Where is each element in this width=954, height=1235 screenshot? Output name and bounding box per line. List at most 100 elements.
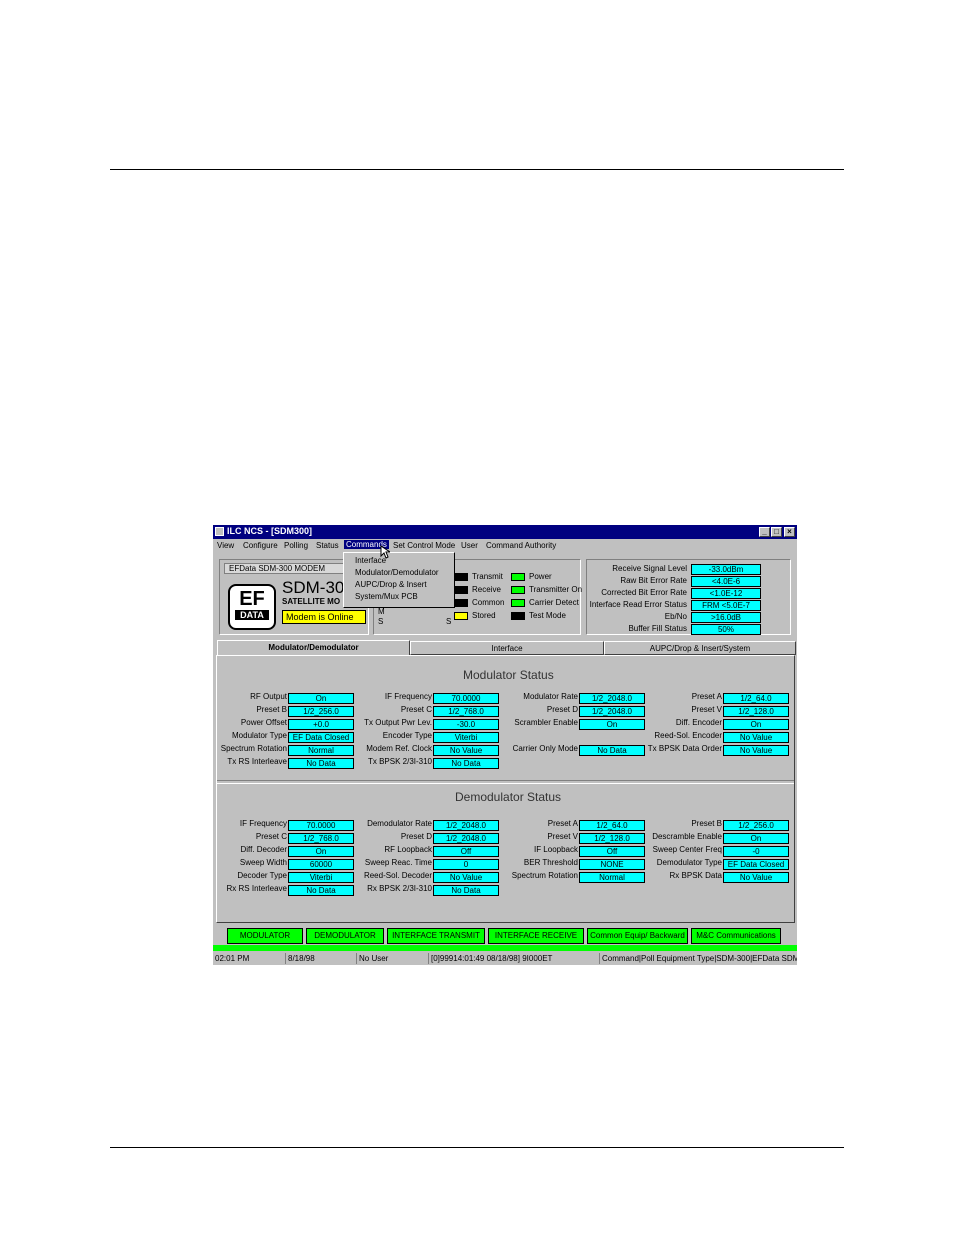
mod-field-value: Viterbi [433,732,499,743]
mod-field-value: On [288,693,354,704]
demod-field-label: Preset A [547,819,578,828]
modulator-status-title: Modulator Status [463,668,554,682]
demod-field-label: Sweep Reac. Time [364,858,432,867]
mod-field-label: Diff. Encoder [675,718,722,727]
tab-modulator-demodulator[interactable]: Modulator/Demodulator [217,640,410,656]
demod-field-value: Viterbi [288,872,354,883]
led-transmitter-on [511,586,525,594]
modulator-button[interactable]: MODULATOR [227,928,303,944]
minimize-icon[interactable]: _ [759,527,770,537]
receive-label: Corrected Bit Error Rate [601,588,687,597]
mod-field-label: IF Frequency [384,692,432,701]
demod-field-label: Preset C [255,832,287,841]
tab-aupc-system[interactable]: AUPC/Drop & Insert/System [604,641,796,655]
demod-field-value: -0 [723,846,789,857]
led-receive [454,586,468,594]
led-stored [454,612,468,620]
led-label-receive: Receive [472,585,501,594]
mod-field-label: Preset A [691,692,722,701]
status-time: 02:01 PM [215,954,250,963]
demod-field-label: Preset B [691,819,722,828]
restore-icon[interactable]: □ [771,527,782,537]
mod-field-value: 1/2_768.0 [433,706,499,717]
bottom-rule [110,1147,844,1148]
model-big: SDM-30 [282,578,345,597]
mod-field-value: 1/2_128.0 [723,706,789,717]
status-date: 8/18/98 [285,953,354,964]
mod-field-value: No Value [723,745,789,756]
demod-field-value: On [723,833,789,844]
logo-data: DATA [235,610,269,620]
menu-polling[interactable]: Polling [284,541,308,550]
led-label-transmit: Transmit [472,572,503,581]
common-equip-button[interactable]: Common Equip/ Backward [587,928,688,944]
top-rule [110,169,844,170]
mod-field-label: Preset C [400,705,432,714]
receive-field: <4.0E-6 [691,576,761,587]
dropdown-item-moddemod[interactable]: Modulator/Demodulator [355,568,439,577]
demod-field-label: Spectrum Rotation [511,871,578,880]
demod-field-label: Rx BPSK Data [669,871,722,880]
demod-field-value: NONE [579,859,645,870]
interface-transmit-button[interactable]: INTERFACE TRANSMIT [387,928,485,944]
demodulator-status-title: Demodulator Status [455,790,562,804]
receive-field: <1.0E-12 [691,588,761,599]
close-icon[interactable]: × [784,527,795,537]
app-icon [215,527,224,536]
mod-field-value: 1/2_2048.0 [579,706,645,717]
demodulator-button[interactable]: DEMODULATOR [306,928,384,944]
mc-communications-button[interactable]: M&C Communications [691,928,781,944]
menu-user[interactable]: User [461,541,478,550]
mod-field-label: Preset V [691,705,722,714]
receive-panel: Receive Signal Level -33.0dBm Raw Bit Er… [586,559,791,635]
receive-field: 50% [691,624,761,635]
receive-field: -33.0dBm [691,564,761,575]
receive-label: Interface Read Error Status [589,600,687,609]
demod-field-value: Off [433,846,499,857]
menu-status[interactable]: Status [316,541,339,550]
demod-field-label: Reed-Sol. Decoder [363,871,432,880]
receive-field: >16.0dB [691,612,761,623]
demod-field-value: Off [579,846,645,857]
mod-field-value: On [723,719,789,730]
demod-field-label: Rx RS Interleave [226,884,287,893]
menu-view[interactable]: View [217,541,234,550]
mouse-pointer-icon [380,545,390,559]
led-fragment-s1: S [378,617,384,626]
mod-field-value: 1/2_64.0 [723,693,789,704]
status-equipment: Command|Poll Equipment Type|SDM-300|EFDa… [599,953,797,964]
mod-field-value: +0.0 [288,719,354,730]
demod-field-label: Descramble Enable [652,832,722,841]
dropdown-item-system[interactable]: System/Mux PCB [355,592,418,601]
receive-label: Eb/No [664,612,687,621]
demod-field-value: No Data [433,885,499,896]
dropdown-item-aupc[interactable]: AUPC/Drop & Insert [355,580,427,589]
demod-field-label: Preset V [547,832,578,841]
menu-set-control-mode[interactable]: Set Control Mode [393,541,455,550]
tab-interface[interactable]: Interface [410,641,604,655]
demod-field-value: 70.0000 [288,820,354,831]
demod-field-value: No Value [723,872,789,883]
receive-label: Raw Bit Error Rate [620,576,687,585]
led-carrier-detect [511,599,525,607]
menu-command-authority[interactable]: Command Authority [486,541,556,550]
mod-field-label: Preset D [546,705,578,714]
mod-field-value: EF Data Closed [288,732,354,743]
model-sub: SATELLITE MO [282,597,341,606]
mod-field-value: No Value [433,745,499,756]
mod-field-label: RF Output [250,692,287,701]
mod-field-label: Tx RS Interleave [227,757,287,766]
interface-receive-button[interactable]: INTERFACE RECEIVE [488,928,584,944]
menu-configure[interactable]: Configure [243,541,278,550]
mod-field-label: Encoder Type [382,731,432,740]
mod-field-value: On [579,719,645,730]
demod-field-value: 1/2_768.0 [288,833,354,844]
led-label-carrier-detect: Carrier Detect [529,598,579,607]
demod-field-label: BER Threshold [523,858,578,867]
mod-field-value: No Data [288,758,354,769]
demod-field-value: 1/2_2048.0 [433,833,499,844]
led-power [511,573,525,581]
demod-field-value: 1/2_256.0 [723,820,789,831]
demod-field-label: RF Loopback [384,845,432,854]
demod-field-label: Sweep Width [239,858,287,867]
